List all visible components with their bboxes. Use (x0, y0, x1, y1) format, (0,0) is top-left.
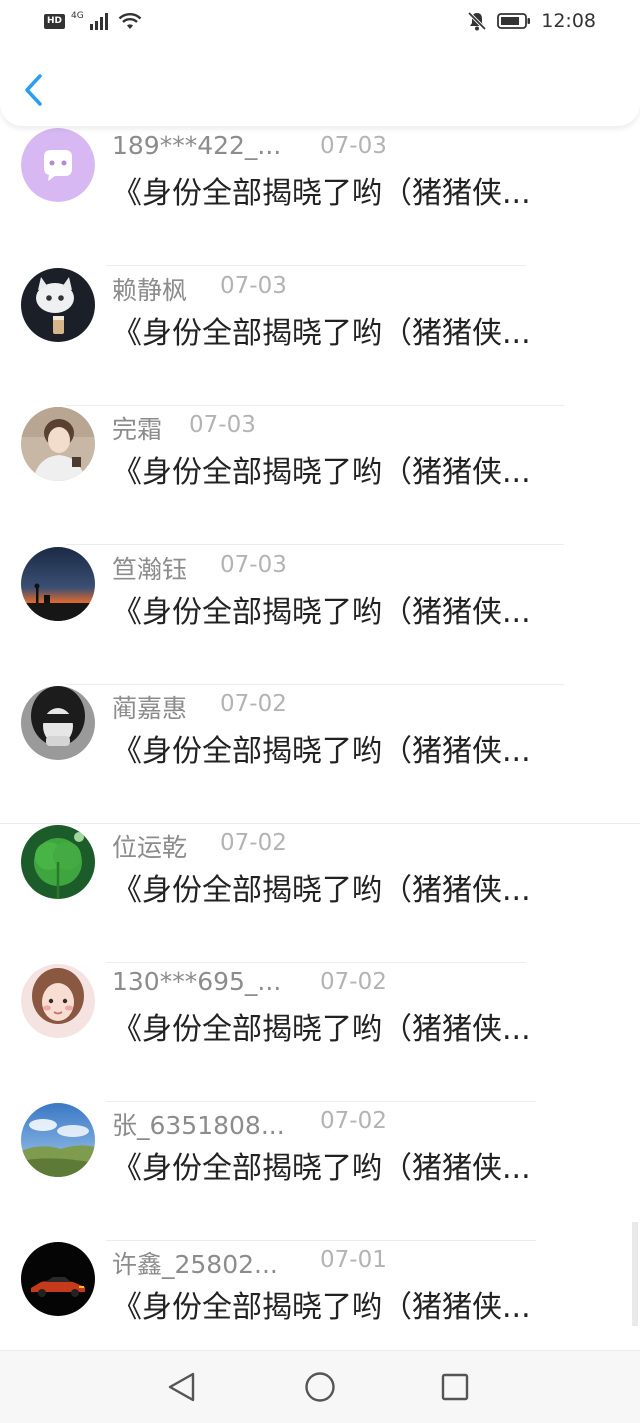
portrait-photo (21, 407, 95, 481)
commenter-name: 位运乾 (112, 833, 188, 862)
triangle-back-icon (168, 1372, 195, 1402)
scrollbar[interactable] (632, 1222, 638, 1326)
system-nav-bar (0, 1350, 640, 1423)
signal-icon (89, 13, 108, 30)
avatar[interactable] (21, 1242, 95, 1316)
status-right-group: 12:08 (467, 9, 596, 33)
comment-snippet: 《身份全部揭晓了哟（猪猪侠... (112, 176, 531, 211)
commenter-name: 赖静枫 (112, 276, 188, 305)
network-type-label: 4G (71, 10, 84, 21)
sports-car-photo (21, 1242, 95, 1316)
avatar[interactable] (21, 686, 95, 760)
wechat-style-chat-icon (21, 128, 95, 202)
comment-date: 07-01 (320, 1247, 387, 1273)
comment-date: 07-03 (220, 552, 287, 578)
comment-date: 07-03 (189, 412, 256, 438)
list-item[interactable]: 位运乾 07-02 《身份全部揭晓了哟（猪猪侠... (0, 824, 640, 963)
status-bar: HD 4G 12:08 (0, 0, 640, 44)
list-item[interactable]: 完霜 07-03 《身份全部揭晓了哟（猪猪侠... (0, 406, 640, 545)
comment-date: 07-03 (320, 133, 387, 159)
commenter-name: 许鑫_25802... (112, 1250, 278, 1279)
commenter-name: 笪瀚钰 (112, 555, 188, 584)
comment-snippet: 《身份全部揭晓了哟（猪猪侠... (112, 873, 531, 908)
comment-snippet: 《身份全部揭晓了哟（猪猪侠... (112, 1290, 531, 1325)
divider (66, 544, 564, 545)
bw-portrait-photo (21, 686, 95, 760)
comment-date: 07-02 (220, 691, 287, 717)
commenter-name: 完霜 (112, 415, 163, 444)
commenter-name: 蔺嘉惠 (112, 694, 188, 723)
list-item[interactable]: 189***422_... 07-03 《身份全部揭晓了哟（猪猪侠... (0, 127, 640, 266)
comment-snippet: 《身份全部揭晓了哟（猪猪侠... (112, 316, 531, 351)
leaf-photo (21, 825, 95, 899)
circle-home-icon (305, 1372, 335, 1402)
comment-date: 07-02 (320, 1108, 387, 1134)
comment-snippet: 《身份全部揭晓了哟（猪猪侠... (112, 734, 531, 769)
comment-snippet: 《身份全部揭晓了哟（猪猪侠... (112, 595, 531, 630)
kitten-photo (21, 268, 95, 342)
comment-date: 07-03 (220, 273, 287, 299)
nav-recents-button[interactable] (437, 1369, 473, 1405)
app-header (0, 44, 640, 126)
list-item[interactable]: 赖静枫 07-03 《身份全部揭晓了哟（猪猪侠... (0, 267, 640, 406)
avatar[interactable] (21, 825, 95, 899)
avatar[interactable] (21, 128, 95, 202)
list-item[interactable]: 笪瀚钰 07-03 《身份全部揭晓了哟（猪猪侠... (0, 546, 640, 685)
mute-bell-icon (467, 11, 487, 31)
comment-date: 07-02 (220, 830, 287, 856)
illustrated-girl-photo (21, 964, 95, 1038)
list-item[interactable]: 张_6351808... 07-02 《身份全部揭晓了哟（猪猪侠... (0, 1102, 640, 1241)
battery-icon (497, 13, 531, 29)
back-button[interactable] (18, 70, 52, 110)
comment-snippet: 《身份全部揭晓了哟（猪猪侠... (112, 1151, 531, 1186)
comment-snippet: 《身份全部揭晓了哟（猪猪侠... (112, 1012, 531, 1047)
hd-badge: HD (44, 13, 66, 29)
divider (106, 265, 526, 266)
nav-back-button[interactable] (164, 1369, 200, 1405)
sunset-photo (21, 547, 95, 621)
comment-snippet: 《身份全部揭晓了哟（猪猪侠... (112, 455, 531, 490)
commenter-name: 189***422_... (112, 131, 282, 160)
square-recents-icon (441, 1373, 469, 1401)
wifi-icon (118, 13, 142, 29)
commenter-name: 张_6351808... (112, 1111, 285, 1140)
landscape-photo (21, 1103, 95, 1177)
avatar[interactable] (21, 1103, 95, 1177)
avatar[interactable] (21, 268, 95, 342)
status-left-group: HD 4G (44, 9, 142, 33)
list-item[interactable]: 130***695_... 07-02 《身份全部揭晓了哟（猪猪侠... (0, 963, 640, 1102)
list-item[interactable]: 蔺嘉惠 07-02 《身份全部揭晓了哟（猪猪侠... (0, 685, 640, 824)
nav-home-button[interactable] (302, 1369, 338, 1405)
avatar[interactable] (21, 964, 95, 1038)
status-time: 12:08 (541, 10, 596, 32)
comment-date: 07-02 (320, 969, 387, 995)
avatar[interactable] (21, 407, 95, 481)
chevron-left-icon (25, 74, 42, 106)
avatar[interactable] (21, 547, 95, 621)
commenter-name: 130***695_... (112, 967, 282, 996)
